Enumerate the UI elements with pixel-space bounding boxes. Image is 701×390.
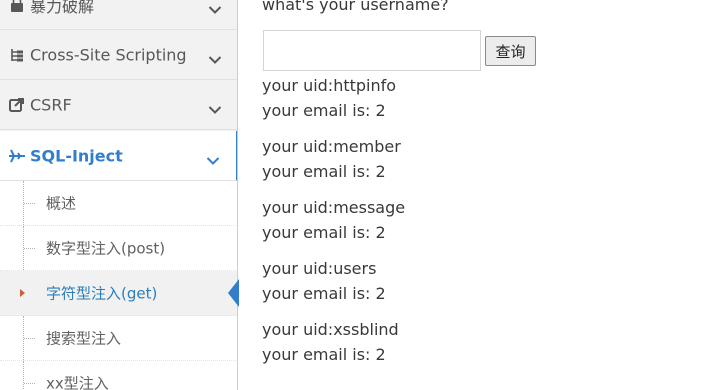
uid-text: your uid:xssblind: [262, 320, 399, 339]
caret-right-icon: [20, 289, 25, 297]
chevron-down-icon[interactable]: [206, 151, 220, 165]
uid-text: your uid:httpinfo: [262, 76, 397, 95]
result-item: your uid:httpinfo your email is: 2: [262, 74, 405, 123]
result-item: your uid:users your email is: 2: [262, 257, 405, 306]
email-text: your email is: 2: [262, 283, 386, 303]
submenu-item-numeric-post[interactable]: 数字型注入(post): [0, 226, 237, 271]
chevron-down-icon[interactable]: [208, 50, 222, 64]
sidebar-item-label: CSRF: [30, 95, 72, 115]
sidebar-item-label: 暴力破解: [30, 0, 95, 16]
username-input[interactable]: [263, 30, 481, 71]
submenu-item-search[interactable]: 搜索型注入: [0, 316, 237, 361]
email-text: your email is: 2: [262, 161, 386, 181]
sidebar: 暴力破解 Cross-Site Scripting CSRF SQL-Injec…: [0, 0, 238, 390]
tree-dash: [24, 248, 35, 249]
sidebar-item-label: Cross-Site Scripting: [30, 45, 187, 65]
uid-text: your uid:message: [262, 198, 406, 217]
tree-dash: [24, 383, 35, 384]
share-icon: [8, 96, 26, 114]
results-list: your uid:httpinfo your email is: 2 your …: [262, 74, 405, 379]
result-item: your uid:message your email is: 2: [262, 196, 405, 245]
email-text: your email is: 2: [262, 344, 386, 364]
lock-icon: [8, 0, 26, 14]
query-button[interactable]: 查询: [485, 36, 536, 66]
sidebar-item-label: SQL-Inject: [30, 146, 123, 165]
main-content: what's your username? 查询 your uid:httpin…: [239, 0, 701, 390]
chevron-down-icon[interactable]: [208, 100, 222, 114]
tree-line: [23, 361, 24, 390]
submenu-item-label: 概述: [46, 194, 77, 213]
plane-icon: [8, 147, 26, 165]
submenu-item-label: 搜索型注入: [46, 329, 122, 348]
tree-dash: [24, 338, 35, 339]
submenu-item-label: 数字型注入(post): [46, 239, 166, 258]
submenu-item-overview[interactable]: 概述: [0, 181, 237, 226]
uid-text: your uid:users: [262, 259, 377, 278]
sidebar-item-sql-inject[interactable]: SQL-Inject: [0, 131, 237, 181]
uid-text: your uid:member: [262, 137, 401, 156]
sidebar-item-brute-force[interactable]: 暴力破解: [0, 0, 237, 30]
email-text: your email is: 2: [262, 100, 386, 120]
email-text: your email is: 2: [262, 222, 386, 242]
tree-dash: [24, 203, 35, 204]
sidebar-item-csrf[interactable]: CSRF: [0, 81, 237, 130]
sidebar-item-xss[interactable]: Cross-Site Scripting: [0, 31, 237, 80]
active-pointer: [228, 279, 239, 307]
submenu: 概述 数字型注入(post) 字符型注入(get) 搜索型注入 xx型注入: [0, 181, 237, 390]
result-item: your uid:xssblind your email is: 2: [262, 318, 405, 367]
result-item: your uid:member your email is: 2: [262, 135, 405, 184]
submenu-item-label: xx型注入: [46, 374, 109, 390]
username-question: what's your username?: [262, 0, 449, 14]
submenu-item-string-get[interactable]: 字符型注入(get): [0, 271, 237, 316]
chevron-down-icon[interactable]: [208, 0, 222, 14]
submenu-item-xx[interactable]: xx型注入: [0, 361, 237, 390]
list-tree-icon: [8, 46, 26, 64]
submenu-item-label: 字符型注入(get): [46, 284, 158, 303]
